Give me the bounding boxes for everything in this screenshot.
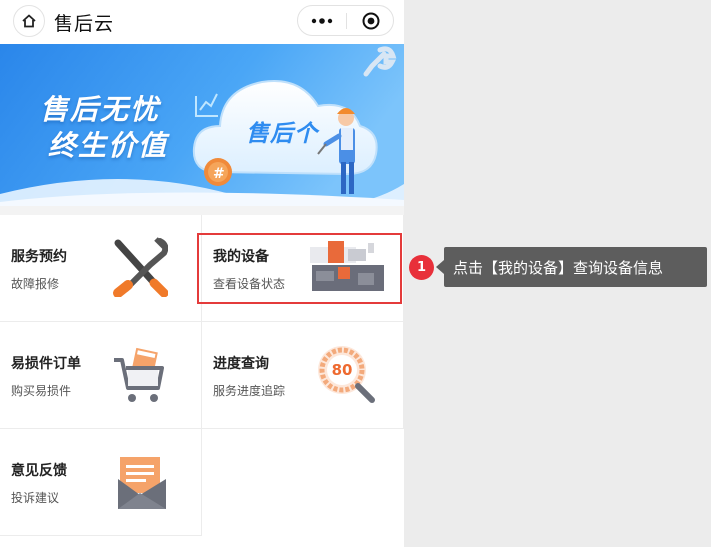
grid-item-spare-parts-order[interactable]: 易损件订单 购买易损件 [0, 322, 202, 429]
mini-program-header: 售后云 [0, 0, 404, 44]
instruction-text: 点击【我的设备】查询设备信息 [453, 258, 664, 277]
grid-item-title: 进度查询 [213, 356, 269, 372]
grid-item-subtitle: 购买易损件 [11, 384, 72, 398]
grid-item-title: 易损件订单 [11, 356, 81, 372]
grid-item-service-booking[interactable]: 服务预约 故障报修 [0, 215, 202, 322]
more-dots-icon [311, 17, 333, 24]
close-button[interactable] [347, 6, 394, 35]
grid-item-progress-query[interactable]: 进度查询 服务进度追踪 80 [202, 322, 404, 429]
grid-item-subtitle: 投诉建议 [11, 491, 60, 505]
home-icon [22, 14, 36, 28]
progress-value: 80 [331, 361, 353, 379]
grid-item-feedback[interactable]: 意见反馈 投诉建议 [0, 429, 202, 536]
svg-text:#: # [213, 166, 225, 182]
highlight-box-my-devices [197, 233, 402, 304]
grid-item-title: 意见反馈 [11, 463, 67, 479]
promo-banner[interactable]: # 售后无忧 终生价值 售后个 [0, 44, 404, 206]
grid-item-title: 服务预约 [11, 249, 67, 265]
banner-logo-text: 售后个 [246, 121, 318, 147]
progress-magnifier-icon: 80 [314, 342, 378, 406]
capsule-menu [297, 5, 394, 36]
wrench-screwdriver-icon [113, 237, 168, 297]
section-gap [0, 206, 404, 215]
banner-slogan-line2: 终生价值 [48, 129, 169, 162]
target-close-icon [362, 12, 379, 29]
phone-screen: 售后云 # 售后无忧 终生价值 售后个 服务预约 故障报修 我的设备 查看设备状… [0, 0, 404, 547]
step-badge: 1 [409, 255, 434, 280]
grid-item-subtitle: 服务进度追踪 [213, 384, 286, 398]
grid-item-subtitle: 故障报修 [11, 277, 60, 291]
shopping-cart-icon [114, 347, 164, 402]
banner-slogan-line1: 售后无忧 [40, 93, 161, 126]
banner-slogan: 售后无忧 终生价值 [40, 92, 168, 164]
more-button[interactable] [298, 6, 346, 35]
app-title: 售后云 [54, 13, 115, 35]
home-button[interactable] [13, 5, 45, 37]
instruction-tooltip: 点击【我的设备】查询设备信息 [436, 247, 707, 287]
envelope-icon [118, 457, 166, 509]
